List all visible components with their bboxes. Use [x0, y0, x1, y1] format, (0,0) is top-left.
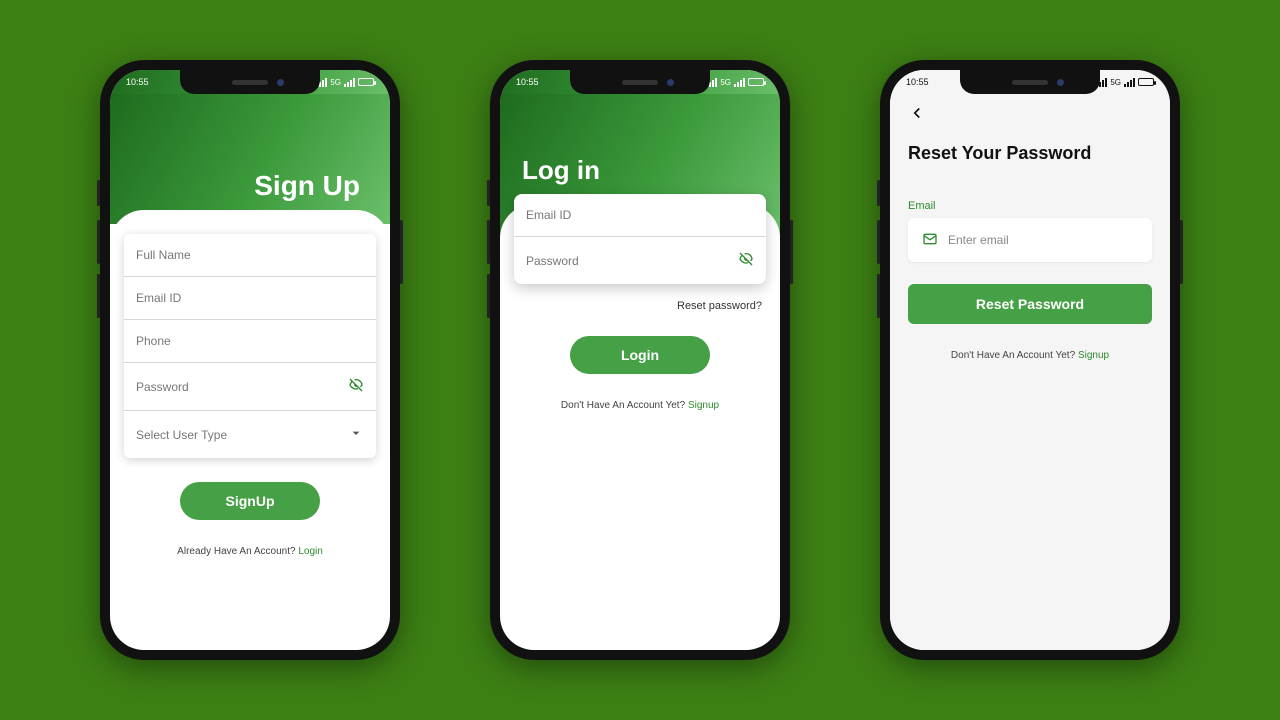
login-footer: Don't Have An Account Yet? Signup	[514, 400, 766, 411]
page-title: Log in	[522, 155, 600, 186]
email-label: Email	[908, 200, 1152, 212]
reset-password-link[interactable]: Reset password?	[514, 300, 766, 312]
email-field[interactable]: Enter email	[908, 218, 1152, 262]
phone-login: 10:55 HD 5G Log in Email ID Password	[490, 60, 790, 660]
notch	[960, 70, 1100, 94]
reset-password-button[interactable]: Reset Password	[908, 284, 1152, 324]
signup-link[interactable]: Signup	[688, 400, 719, 411]
signup-header: Sign Up	[110, 94, 390, 224]
signup-footer: Already Have An Account? Login	[124, 546, 376, 557]
page-title: Reset Your Password	[908, 143, 1152, 164]
eye-off-icon[interactable]	[348, 377, 364, 396]
signal-icon	[344, 78, 355, 87]
phone-signup: 10:55 HD 5G Sign Up Full Name Email ID	[100, 60, 400, 660]
fullname-field[interactable]: Full Name	[124, 234, 376, 277]
signup-link[interactable]: Signup	[1078, 350, 1109, 361]
battery-icon	[1138, 78, 1154, 86]
password-field[interactable]: Password	[124, 363, 376, 411]
phone-reset: 10:55 HD 5G Reset Your Password Email En…	[880, 60, 1180, 660]
reset-footer: Don't Have An Account Yet? Signup	[908, 350, 1152, 361]
login-form-card: Email ID Password	[514, 194, 766, 284]
mail-icon	[922, 231, 938, 250]
status-time: 10:55	[516, 77, 539, 87]
login-button[interactable]: Login	[570, 336, 710, 374]
status-time: 10:55	[906, 77, 929, 87]
password-field[interactable]: Password	[514, 237, 766, 284]
notch	[570, 70, 710, 94]
chevron-down-icon	[348, 425, 364, 444]
usertype-select[interactable]: Select User Type	[124, 411, 376, 458]
phone-field[interactable]: Phone	[124, 320, 376, 363]
battery-icon	[748, 78, 764, 86]
eye-off-icon[interactable]	[738, 251, 754, 270]
email-field[interactable]: Email ID	[124, 277, 376, 320]
page-title: Sign Up	[254, 170, 360, 202]
signup-form-card: Full Name Email ID Phone Password Select…	[124, 234, 376, 458]
signup-button[interactable]: SignUp	[180, 482, 320, 520]
battery-icon	[358, 78, 374, 86]
signal-icon	[1124, 78, 1135, 87]
email-field[interactable]: Email ID	[514, 194, 766, 237]
notch	[180, 70, 320, 94]
back-button[interactable]	[908, 104, 1152, 127]
status-time: 10:55	[126, 77, 149, 87]
login-link[interactable]: Login	[298, 546, 322, 557]
signal-icon	[734, 78, 745, 87]
